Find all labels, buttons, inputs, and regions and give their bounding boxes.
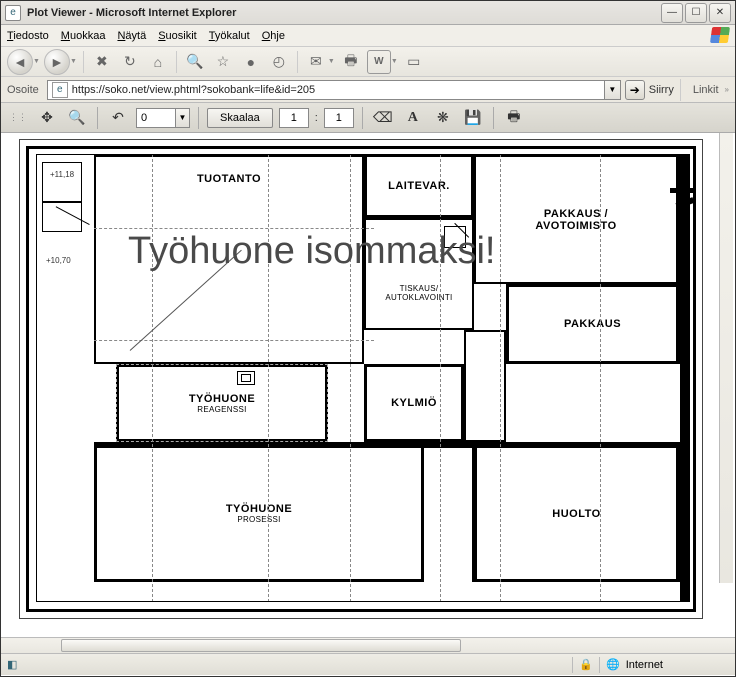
plan-viewport[interactable]: +11,18 +10,70 TUOTANTO LAITEVAR. PAKKAUS… xyxy=(1,133,735,637)
home-button[interactable]: ⌂ xyxy=(146,50,170,74)
go-label: Siirry xyxy=(649,84,674,96)
go-button[interactable]: ➔ xyxy=(625,80,645,100)
ie-toolbar: ◄ ▼ ► ▼ ✖ ↻ ⌂ 🔍 ☆ ● ◴ ✉ ▼ 🖶 W ▼ ▭ xyxy=(1,47,735,77)
back-button[interactable]: ◄ xyxy=(7,49,33,75)
vertical-scrollbar[interactable] xyxy=(719,133,733,583)
menu-nayta[interactable]: Näytä xyxy=(117,30,146,42)
room-laitevar: LAITEVAR. xyxy=(364,154,474,218)
forward-drop-icon[interactable]: ▼ xyxy=(70,58,77,65)
erase-tool[interactable]: ⌫ xyxy=(371,107,395,129)
scale-b-input[interactable]: 1 xyxy=(324,108,354,128)
status-page-icon: ◧ xyxy=(7,658,17,671)
refresh-button[interactable]: ↻ xyxy=(118,50,142,74)
window-title: Plot Viewer - Microsoft Internet Explore… xyxy=(27,7,661,19)
favorites-button[interactable]: ☆ xyxy=(211,50,235,74)
room-pakkaus-label: PAKKAUS xyxy=(564,318,621,330)
titlebar: e Plot Viewer - Microsoft Internet Explo… xyxy=(1,1,735,25)
menubar: Tiedosto Muokkaa Näytä Suosikit Työkalut… xyxy=(1,25,735,47)
menu-tiedosto[interactable]: Tiedosto xyxy=(7,30,49,42)
stop-button[interactable]: ✖ xyxy=(90,50,114,74)
room-kylmio: KYLMIÖ xyxy=(364,364,464,442)
ie-page-icon: e xyxy=(5,5,21,21)
scale-separator: : xyxy=(315,112,318,124)
room-tyohuone-reag-sub: REAGENSSI xyxy=(197,405,246,414)
undo-tool[interactable]: ↶ xyxy=(106,107,130,129)
room-tuotanto-label: TUOTANTO xyxy=(197,173,261,185)
linkit-expand-icon[interactable]: » xyxy=(725,85,729,94)
status-bar: ◧ 🔒 🌐 Internet xyxy=(1,653,735,675)
edit-button[interactable]: W xyxy=(367,50,391,74)
dim-side: +10,70 xyxy=(46,256,71,265)
floor-plan: +11,18 +10,70 TUOTANTO LAITEVAR. PAKKAUS… xyxy=(19,139,703,619)
address-input[interactable]: e https://soko.net/view.phtml?sokobank=l… xyxy=(47,80,605,100)
room-tiskaus: TISKAUS/ AUTOKLAVOINTI xyxy=(364,218,474,330)
lock-icon: 🔒 xyxy=(579,658,593,671)
media-button[interactable]: ● xyxy=(239,50,263,74)
address-dropdown[interactable]: ▼ xyxy=(605,80,621,100)
menu-muokkaa[interactable]: Muokkaa xyxy=(61,30,106,42)
scale-button[interactable]: Skaalaa xyxy=(207,108,273,128)
zoom-value-input[interactable]: 0 xyxy=(136,108,176,128)
room-pakkaus: PAKKAUS xyxy=(506,284,686,364)
stamp-tool[interactable]: ❋ xyxy=(431,107,455,129)
dim-top: +11,18 xyxy=(50,170,74,179)
scale-a-input[interactable]: 1 xyxy=(279,108,309,128)
windows-logo-icon xyxy=(710,27,730,43)
minimize-button[interactable]: — xyxy=(661,3,683,23)
room-tyohuone-pros-label: TYÖHUONE xyxy=(226,503,292,515)
room-tyohuone-pros-sub: PROSESSI xyxy=(237,515,280,524)
edit-drop-icon[interactable]: ▼ xyxy=(391,58,398,65)
horizontal-scrollbar[interactable] xyxy=(1,637,735,653)
room-tiskaus-label: TISKAUS/ AUTOKLAVOINTI xyxy=(385,284,452,302)
page-favicon-icon: e xyxy=(52,82,68,98)
room-huolto: HUOLTO xyxy=(474,448,686,582)
mail-drop-icon[interactable]: ▼ xyxy=(328,58,335,65)
room-pakkaus-avo-label: PAKKAUS / AVOTOIMISTO xyxy=(535,208,616,232)
history-button[interactable]: ◴ xyxy=(267,50,291,74)
room-corridor xyxy=(464,330,506,442)
zoom-value-dropdown[interactable]: ▼ xyxy=(176,108,190,128)
close-button[interactable]: ✕ xyxy=(709,3,731,23)
room-kylmio-label: KYLMIÖ xyxy=(391,397,437,409)
room-tyohuone-reagenssi: TYÖHUONE REAGENSSI xyxy=(116,364,328,442)
maximize-button[interactable]: ☐ xyxy=(685,3,707,23)
room-tuotanto: TUOTANTO xyxy=(94,154,364,364)
address-url-text: https://soko.net/view.phtml?sokobank=lif… xyxy=(72,84,315,96)
status-zone: Internet xyxy=(626,659,663,671)
zone-globe-icon: 🌐 xyxy=(606,658,620,671)
address-bar: Osoite e https://soko.net/view.phtml?sok… xyxy=(1,77,735,103)
menu-suosikit[interactable]: Suosikit xyxy=(158,30,197,42)
address-label: Osoite xyxy=(7,84,39,96)
room-tyohuone-prosessi: TYÖHUONE PROSESSI xyxy=(94,448,424,582)
back-drop-icon[interactable]: ▼ xyxy=(33,58,40,65)
annotation-text: Työhuone isommaksi! xyxy=(128,230,496,273)
room-tyohuone-reag-label: TYÖHUONE xyxy=(189,393,255,405)
print-button[interactable]: 🖶 xyxy=(339,50,363,74)
discuss-button[interactable]: ▭ xyxy=(402,50,426,74)
toolbar-grip-icon[interactable]: ⋮⋮ xyxy=(9,112,27,123)
mail-button[interactable]: ✉ xyxy=(304,50,328,74)
hscroll-thumb[interactable] xyxy=(61,639,461,652)
linkit-label[interactable]: Linkit xyxy=(693,84,719,96)
forward-button[interactable]: ► xyxy=(44,49,70,75)
room-huolto-label: HUOLTO xyxy=(552,508,600,520)
text-tool[interactable]: A xyxy=(401,107,425,129)
app-toolbar: ⋮⋮ ✥ 🔍 ↶ 0 ▼ Skaalaa 1 : 1 ⌫ A ❋ 💾 🖶 xyxy=(1,103,735,133)
print-tool[interactable]: 🖶 xyxy=(502,107,526,129)
room-pakkaus-avo: PAKKAUS / AVOTOIMISTO xyxy=(474,154,686,284)
save-tool[interactable]: 💾 xyxy=(461,107,485,129)
room-laitevar-label: LAITEVAR. xyxy=(388,180,450,192)
search-button[interactable]: 🔍 xyxy=(183,50,207,74)
menu-ohje[interactable]: Ohje xyxy=(262,30,285,42)
menu-tyokalut[interactable]: Työkalut xyxy=(209,30,250,42)
zoom-tool[interactable]: 🔍 xyxy=(65,107,89,129)
pan-tool[interactable]: ✥ xyxy=(35,107,59,129)
